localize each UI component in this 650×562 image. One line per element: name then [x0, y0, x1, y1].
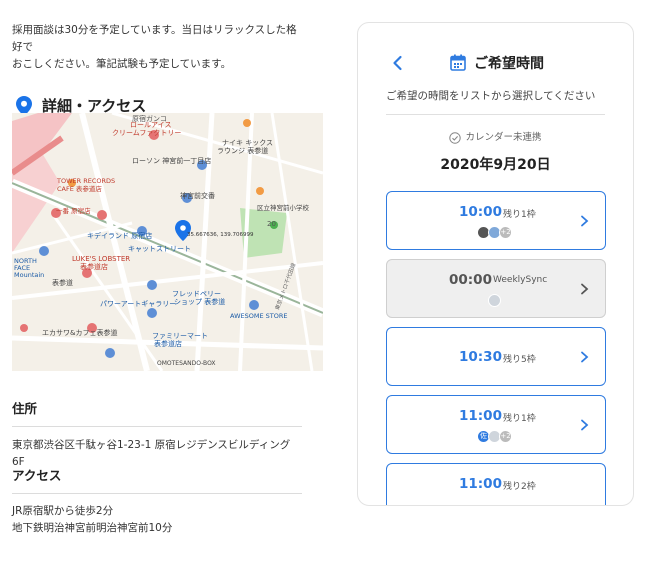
slot-time: 11:00: [459, 476, 502, 492]
avatar-more: +2: [499, 430, 512, 443]
avatar: [488, 294, 501, 307]
avatar-more: +2: [499, 226, 512, 239]
time-slot-weeklysync[interactable]: 00:00 WeeklySync: [386, 259, 606, 318]
calendar-sync-status: カレンダー未連携: [358, 129, 633, 144]
panel-divider: [386, 114, 605, 115]
access-line-2: 地下鉄明治神宮前明治神宮前10分: [12, 522, 173, 534]
access-label: アクセス: [12, 468, 62, 483]
map-label-freddy: フレッドペリー: [172, 290, 221, 298]
chevron-right-icon: [581, 283, 589, 295]
intro-text: 採用面談は30分を予定しています。当日はリラックスした格好で おこしください。筆…: [12, 22, 302, 73]
time-slot-1030[interactable]: 10:30 残り5枠: [386, 327, 606, 386]
map-label-catstreet: キャットストリート: [128, 245, 191, 253]
panel-header: ご希望時間: [358, 51, 633, 75]
map-label-kiddy: キデイランド 原宿店: [87, 231, 152, 240]
map-label-school: 区立神宮前小学校: [257, 203, 310, 212]
slot-time: 00:00: [449, 272, 492, 288]
sync-status-text: カレンダー未連携: [465, 132, 542, 143]
slot-time: 10:00: [459, 204, 502, 220]
time-slot-1100-b[interactable]: 11:00 残り2枠: [386, 463, 606, 505]
slot-remaining: 残り2枠: [503, 482, 536, 492]
map-label-box: OMOTESANDO-BOX: [157, 360, 216, 367]
chevron-right-icon: [581, 351, 589, 363]
back-chevron-icon[interactable]: [388, 53, 408, 73]
slot-remaining: 残り5枠: [503, 355, 536, 365]
panel-subtitle: ご希望の時間をリストから選択してください: [386, 90, 596, 102]
access-line-1: JR原宿駅から徒歩2分: [12, 505, 114, 517]
map-label-koban: 神宮前交番: [180, 191, 215, 200]
map-label-20: 20: [267, 220, 276, 228]
map-label-gallery: パワーアートギャラリー: [100, 300, 176, 308]
map-label-northface3: Mountain: [14, 271, 44, 279]
slot-remaining: 残り1枠: [503, 210, 536, 220]
map-label-famima: ファミリーマート: [152, 332, 208, 340]
check-circle-icon: [449, 131, 462, 144]
map-label-awesome: AWESOME STORE: [230, 312, 287, 320]
map-label-famima2: 表参道店: [154, 339, 182, 348]
map-label-nike: ナイキ キックス: [222, 139, 273, 147]
time-selection-panel: ご希望時間 ご希望の時間をリストから選択してください カレンダー未連携 2020…: [357, 22, 634, 506]
address-divider: [12, 426, 302, 427]
map-label-lukes2: 表参道店: [80, 262, 108, 271]
calendar-icon: [450, 54, 466, 71]
map-label-coords: 35.667636, 139.706999: [187, 232, 254, 238]
slot-avatars: +2: [477, 226, 512, 239]
slot-avatars: [488, 294, 501, 307]
slot-remaining: WeeklySync: [493, 275, 548, 285]
slot-remaining: 残り1枠: [503, 414, 536, 424]
access-divider: [12, 493, 302, 494]
map-label-rolleyes2: クリームファクトリー: [112, 129, 181, 137]
map-label-nike2: ラウンジ 表参道: [217, 146, 268, 155]
time-slot-1000[interactable]: 10:00 残り1枠 +2: [386, 191, 606, 250]
slot-avatars: 佐 +2: [477, 430, 512, 443]
map-label-freddy2: ショップ 表参道: [174, 297, 225, 306]
chevron-right-icon: [581, 419, 589, 431]
access-info-section: アクセス JR原宿駅から徒歩2分 地下鉄明治神宮前明治神宮前10分: [12, 465, 302, 537]
map-label-ekanas: エカサワ&カフェ表参道: [42, 328, 117, 337]
address-label: 住所: [12, 401, 38, 416]
chevron-right-icon: [581, 215, 589, 227]
map-label-tower: TOWER RECORDS: [56, 177, 115, 185]
address-section: 住所 東京都渋谷区千駄ヶ谷1-23-1 原宿レジデンスビルディング6F: [12, 398, 302, 471]
panel-title: ご希望時間: [474, 56, 544, 72]
intro-line-2: おこしください。筆記試験も予定しています。: [12, 58, 232, 70]
left-column: 採用面談は30分を予定しています。当日はリラックスした格好で おこしください。筆…: [12, 22, 302, 116]
map-label-rolleyes: ロールアイス: [130, 121, 171, 129]
time-slot-1100[interactable]: 11:00 残り1枠 佐 +2: [386, 395, 606, 454]
map-label-lukes: LUKE'S LOBSTER: [72, 255, 130, 263]
selected-date: 2020年9月20日: [440, 157, 551, 173]
intro-line-1: 採用面談は30分を予定しています。当日はリラックスした格好で: [12, 24, 297, 53]
map-label-omotesando: 表参道: [52, 278, 73, 287]
slot-time: 10:30: [459, 349, 502, 365]
map-canvas[interactable]: 原宿ガンコ ロールアイス クリームファクトリー TOWER RECORDS CA…: [12, 113, 323, 371]
map[interactable]: 原宿ガンコ ロールアイス クリームファクトリー TOWER RECORDS CA…: [12, 113, 323, 371]
map-label-tower2: CAFE 表参道店: [57, 184, 102, 193]
map-label-ichiban: 一番 原宿店: [56, 206, 91, 215]
map-label-lawson: ローソン 神宮前一丁目店: [132, 156, 211, 165]
slot-time: 11:00: [459, 408, 502, 424]
